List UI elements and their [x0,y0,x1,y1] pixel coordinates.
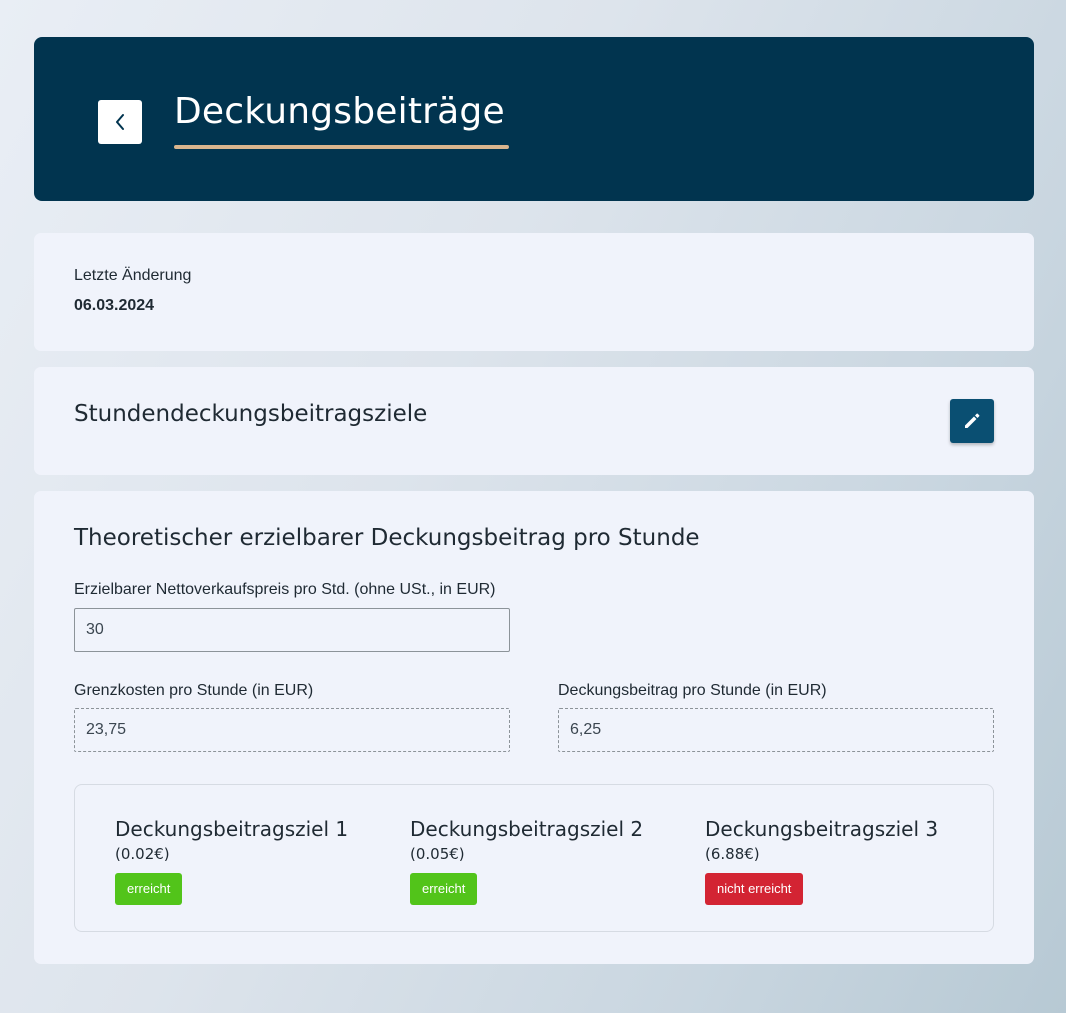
marginal-cost-field [74,708,510,752]
goal-item-2: Deckungsbeitragsziel 2 (0.05€) erreicht [410,817,670,905]
contribution-field [558,708,994,752]
title-underline [174,145,509,149]
goals-summary-box: Deckungsbeitragsziel 1 (0.02€) erreicht … [74,784,994,932]
goal-item-3: Deckungsbeitragsziel 3 (6.88€) nicht err… [705,817,965,905]
page-header: Deckungsbeiträge [34,37,1034,201]
goal-amount: (6.88€) [705,845,760,863]
goal-item-1: Deckungsbeitragsziel 1 (0.02€) erreicht [115,817,375,905]
last-change-label: Letzte Änderung [74,267,192,284]
back-button[interactable] [98,100,142,144]
goals-section-card: Stundendeckungsbeitragsziele [34,367,1034,475]
goal-amount: (0.05€) [410,845,465,863]
contribution-label: Deckungsbeitrag pro Stunde (in EUR) [558,682,827,699]
goal-title: Deckungsbeitragsziel 1 [115,817,349,841]
last-change-card: Letzte Änderung 06.03.2024 [34,233,1034,351]
edit-goals-button[interactable] [950,399,994,443]
chevron-left-icon [116,114,124,130]
status-badge: erreicht [115,873,183,905]
page-title: Deckungsbeiträge [174,91,505,132]
goals-section-title: Stundendeckungsbeitragsziele [74,401,428,427]
pencil-icon [965,413,980,428]
status-badge: nicht erreicht [705,873,804,905]
goal-amount: (0.02€) [115,845,170,863]
marginal-cost-label: Grenzkosten pro Stunde (in EUR) [74,682,314,699]
net-price-input[interactable] [74,608,510,652]
goal-title: Deckungsbeitragsziel 2 [410,817,644,841]
calculation-card: Theoretischer erzielbarer Deckungsbeitra… [34,491,1034,964]
last-change-date: 06.03.2024 [74,297,155,314]
status-badge: erreicht [410,873,478,905]
net-price-label: Erzielbarer Nettoverkaufspreis pro Std. … [74,581,496,598]
calculation-title: Theoretischer erzielbarer Deckungsbeitra… [74,525,700,551]
goal-title: Deckungsbeitragsziel 3 [705,817,939,841]
